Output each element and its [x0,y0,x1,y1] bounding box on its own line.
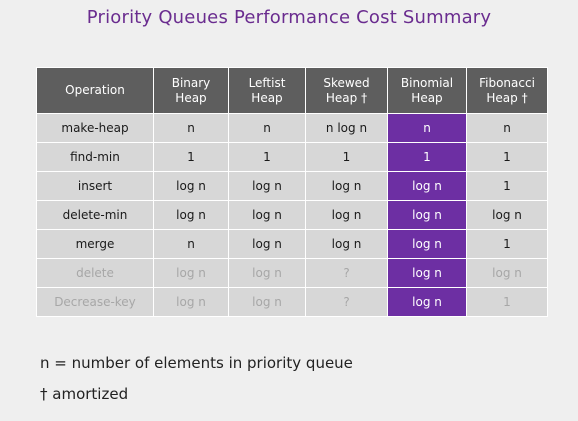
cell-binary-heap: log n [153,258,229,288]
cell-fibonacci-heap: 1 [466,171,548,201]
header-skewed-heap: Skewed Heap † [305,67,388,114]
cell-operation: Decrease-key [36,287,154,317]
page-title: Priority Queues Performance Cost Summary [86,7,492,28]
table-row: delete-min log n log n log n log n log n [36,200,548,230]
cell-binomial-heap: log n [387,258,467,288]
cell-leftist-heap: n [228,113,306,143]
cell-fibonacci-heap: 1 [466,142,548,172]
cell-binomial-heap: log n [387,229,467,259]
header-row: Operation Binary Heap Leftist Heap Skewe… [36,67,548,114]
cost-summary-table: Operation Binary Heap Leftist Heap Skewe… [36,67,548,317]
cell-skewed-heap: ? [305,258,388,288]
cell-fibonacci-heap: 1 [466,229,548,259]
cell-binomial-heap: 1 [387,142,467,172]
cell-fibonacci-heap: 1 [466,287,548,317]
cell-binary-heap: n [153,113,229,143]
cell-skewed-heap: log n [305,229,388,259]
header-leftist-heap: Leftist Heap [228,67,306,114]
cell-operation: merge [36,229,154,259]
cell-operation: insert [36,171,154,201]
cell-skewed-heap: 1 [305,142,388,172]
cell-binomial-heap: log n [387,171,467,201]
cell-skewed-heap: n log n [305,113,388,143]
table-row: insert log n log n log n log n1 [36,171,548,201]
cell-binomial-heap: n [387,113,467,143]
table-row: merge n log n log n log n1 [36,229,548,259]
cell-binary-heap: n [153,229,229,259]
cell-binary-heap: log n [153,287,229,317]
cell-leftist-heap: log n [228,229,306,259]
cell-operation: make-heap [36,113,154,143]
cell-fibonacci-heap: log n [466,258,548,288]
cell-operation: find-min [36,142,154,172]
header-binomial-heap: Binomial Heap [387,67,467,114]
header-operation: Operation [36,67,154,114]
cell-binomial-heap: log n [387,200,467,230]
table-row: find-min 1 1 1 1 1 [36,142,548,172]
cell-fibonacci-heap: log n [466,200,548,230]
cell-fibonacci-heap: n [466,113,548,143]
cell-skewed-heap: ? [305,287,388,317]
cell-operation: delete [36,258,154,288]
header-binary-heap: Binary Heap [153,67,229,114]
cell-binomial-heap: log n [387,287,467,317]
table-row: make-heap n n n log nnn [36,113,548,143]
note-amortized: † amortized [40,385,129,403]
cell-skewed-heap: log n [305,171,388,201]
cell-skewed-heap: log n [305,200,388,230]
cell-leftist-heap: 1 [228,142,306,172]
cell-leftist-heap: log n [228,258,306,288]
cell-binary-heap: log n [153,171,229,201]
table-row: delete log n log n? log n log n [36,258,548,288]
table-row: Decrease-key log n log n? log n1 [36,287,548,317]
cell-binary-heap: 1 [153,142,229,172]
header-fibonacci-heap: Fibonacci Heap † [466,67,548,114]
note-n-definition: n = number of elements in priority queue [40,354,353,372]
cell-operation: delete-min [36,200,154,230]
cell-leftist-heap: log n [228,171,306,201]
cell-binary-heap: log n [153,200,229,230]
cell-leftist-heap: log n [228,287,306,317]
cell-leftist-heap: log n [228,200,306,230]
